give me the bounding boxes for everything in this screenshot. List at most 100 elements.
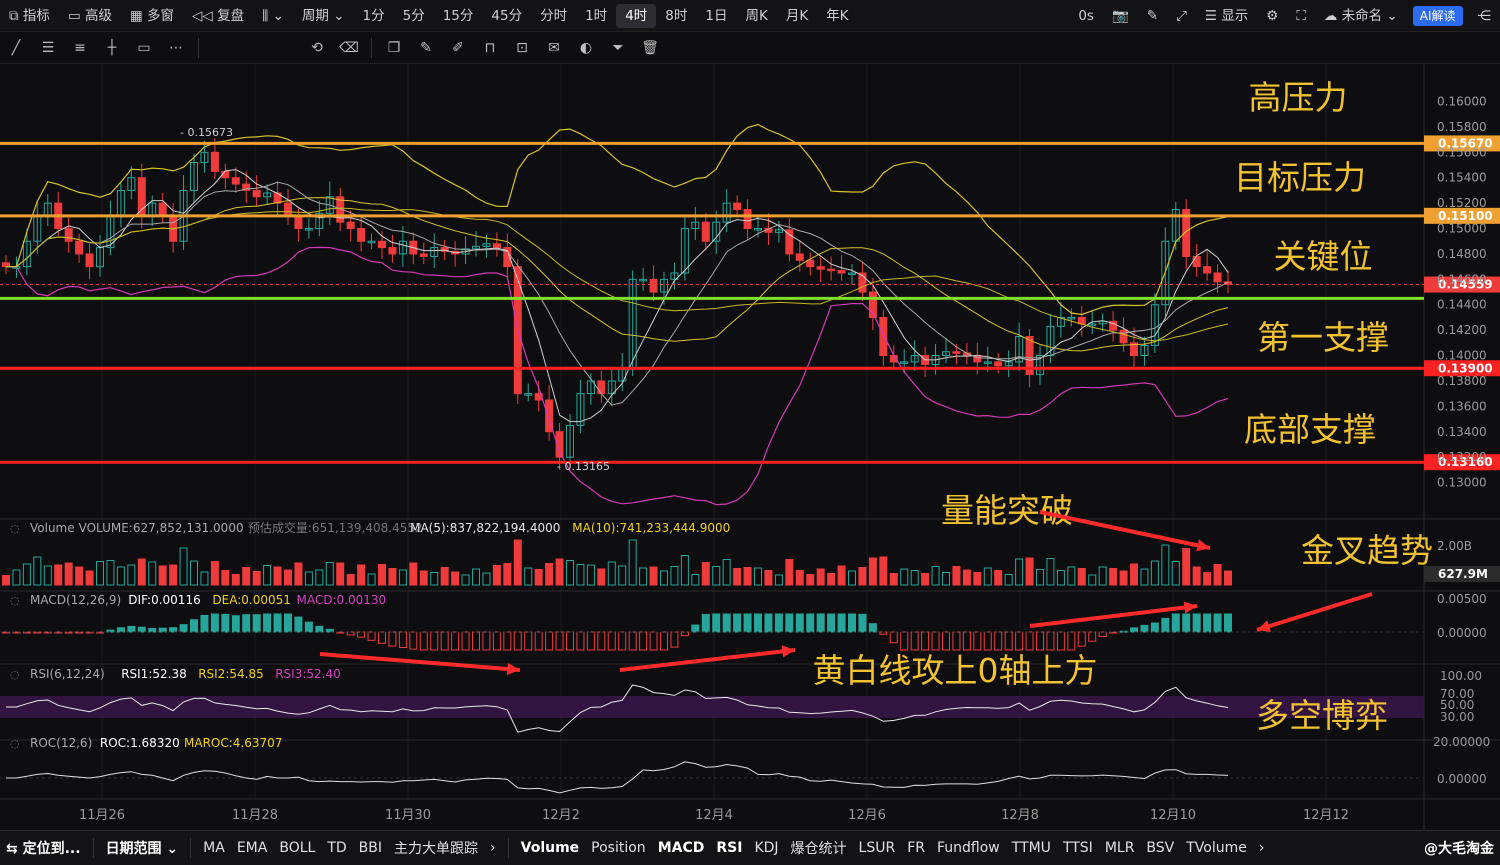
main-indicator-3[interactable]: TD: [321, 840, 352, 856]
fullscreen-icon[interactable]: ⛶: [1287, 0, 1314, 32]
trash-icon[interactable]: 🗑: [634, 40, 666, 56]
latency-label[interactable]: 0s: [1069, 0, 1103, 32]
low-marker: - 0.13165: [557, 460, 610, 473]
time-tick: 12月6: [848, 808, 886, 823]
toolbar-item-0[interactable]: ⧉ 指标: [0, 0, 59, 32]
sub-indicator-13[interactable]: TVolume: [1180, 840, 1253, 856]
toolbar-item-9[interactable]: 分时: [531, 0, 576, 32]
sub-indicator-7[interactable]: FR: [901, 840, 931, 856]
sync-icon[interactable]: ⟲: [301, 40, 333, 56]
time-tick: 11月28: [232, 808, 278, 823]
magnet-icon[interactable]: ⊓: [474, 40, 506, 56]
toolbar-item-4[interactable]: 周期 ⌄: [293, 0, 354, 32]
volume-bar: [931, 566, 940, 586]
main-indicator-4[interactable]: BBI: [353, 840, 388, 856]
rsi-header: RSI1:52.38: [121, 667, 187, 681]
sub-indicator-0[interactable]: Volume: [515, 840, 586, 856]
volume-bar: [743, 567, 752, 586]
toolbar-item-16[interactable]: 年K: [817, 0, 857, 32]
sub-indicator-10[interactable]: TTSI: [1057, 840, 1099, 856]
sub-indicator-5[interactable]: 爆仓统计: [785, 838, 853, 858]
candle-body: [1192, 255, 1201, 268]
eraser-icon[interactable]: ⌫: [333, 40, 365, 56]
more-main-indicators[interactable]: ›: [484, 840, 502, 856]
toolbar-item-15[interactable]: 月K: [777, 0, 817, 32]
sub-indicator-3[interactable]: RSI: [710, 840, 748, 856]
time-tick: 11月26: [79, 808, 125, 823]
macd-bar: [378, 631, 386, 644]
parallel-tool-icon[interactable]: ≡: [64, 40, 96, 56]
sub-indicator-4[interactable]: KDJ: [748, 840, 784, 856]
rect-tool-icon[interactable]: ▭: [128, 40, 160, 56]
brush-icon[interactable]: ✐: [442, 40, 474, 56]
toolbar-item-6[interactable]: 5分: [394, 0, 434, 32]
volume-bar: [555, 558, 564, 586]
candle-body: [649, 278, 658, 293]
sub-indicator-11[interactable]: MLR: [1099, 840, 1141, 856]
line-tool-icon[interactable]: ╱: [0, 40, 32, 56]
display-button[interactable]: ☰ 显示: [1196, 0, 1257, 32]
hline-tool-icon[interactable]: ☰: [32, 40, 64, 56]
time-tick: 11月30: [385, 808, 431, 823]
sub-indicator-8[interactable]: Fundflow: [931, 840, 1006, 856]
more-sub-indicators[interactable]: ›: [1253, 840, 1271, 856]
volume-bar: [1036, 569, 1044, 586]
lock-icon[interactable]: ⊡: [506, 40, 538, 56]
note-icon[interactable]: ✉: [538, 40, 570, 56]
watermark-brand[interactable]: @大毛淘金: [1418, 838, 1500, 858]
camera-icon[interactable]: 📷: [1103, 0, 1138, 32]
settings-icon[interactable]: ⚙: [1257, 0, 1287, 32]
volume-bar: [722, 559, 731, 586]
ai-button[interactable]: AI解读: [1412, 5, 1463, 26]
macd-bar: [503, 631, 512, 651]
cross-tool-icon[interactable]: ┼: [96, 40, 128, 56]
volume-bar: [503, 563, 512, 586]
price-tick: 0.15600: [1437, 145, 1487, 159]
main-indicator-1[interactable]: EMA: [231, 840, 274, 856]
macd-bar: [942, 631, 950, 651]
main-indicator-0[interactable]: MA: [197, 840, 231, 856]
sub-indicator-12[interactable]: BSV: [1140, 840, 1180, 856]
toolbar-item-7[interactable]: 15分: [434, 0, 483, 32]
ruler-icon[interactable]: ✎: [410, 40, 442, 56]
toolbar-item-8[interactable]: 45分: [482, 0, 531, 32]
macd-bar: [1025, 631, 1034, 651]
collapse-icon: ◌: [10, 668, 20, 681]
volume-bar: [1004, 574, 1013, 586]
filter-icon[interactable]: ⏷: [602, 40, 634, 56]
toolbar-item-3[interactable]: ◁◁ 复盘: [183, 0, 253, 32]
sub-indicator-9[interactable]: TTMU: [1006, 840, 1057, 856]
sub-indicator-1[interactable]: Position: [585, 840, 652, 856]
date-range-button[interactable]: 日期范围 ⌄: [100, 838, 185, 858]
copy-icon[interactable]: ❐: [378, 40, 410, 56]
volume-bar: [785, 559, 794, 586]
arrow-macd-left-head: [506, 662, 520, 676]
edit-icon[interactable]: ✎: [1138, 0, 1167, 32]
main-indicator-2[interactable]: BOLL: [273, 840, 321, 856]
sub-indicator-2[interactable]: MACD: [652, 840, 711, 856]
chart-type-icon[interactable]: ⫼ ⌄: [253, 0, 293, 32]
sub-indicator-6[interactable]: LSUR: [853, 840, 902, 856]
share-icon[interactable]: ⋲: [1469, 0, 1500, 32]
crop-icon[interactable]: ⤢: [1167, 0, 1196, 32]
volume-bar: [691, 574, 700, 586]
volume-bar: [597, 568, 606, 586]
main-indicator-5[interactable]: 主力大单跟踪: [388, 838, 484, 858]
volume-bar: [524, 567, 533, 586]
toolbar-item-13[interactable]: 1日: [696, 0, 736, 32]
visibility-icon[interactable]: ◐: [570, 40, 602, 56]
chart-canvas[interactable]: 0.156700.151000.139000.131600.14559 0.16…: [0, 64, 1500, 830]
rsi-tick: 30.00: [1440, 710, 1474, 724]
toolbar-item-12[interactable]: 8时: [656, 0, 696, 32]
toolbar-item-2[interactable]: ▦ 多窗: [121, 0, 183, 32]
layout-name-button[interactable]: ☁ 未命名 ⌄: [1315, 0, 1407, 32]
toolbar-item-5[interactable]: 1分: [354, 0, 394, 32]
toolbar-item-1[interactable]: ▭ 高级: [59, 0, 121, 32]
more-tool-icon[interactable]: ⋯: [160, 40, 192, 56]
toolbar-item-14[interactable]: 周K: [736, 0, 776, 32]
toolbar-item-11[interactable]: 4时: [616, 3, 657, 28]
locate-button[interactable]: ⇆ 定位到...: [0, 838, 87, 858]
volume-header: MA(10):741,233,444.9000: [572, 521, 730, 535]
roc-line: [6, 761, 1229, 794]
toolbar-item-10[interactable]: 1时: [576, 0, 616, 32]
